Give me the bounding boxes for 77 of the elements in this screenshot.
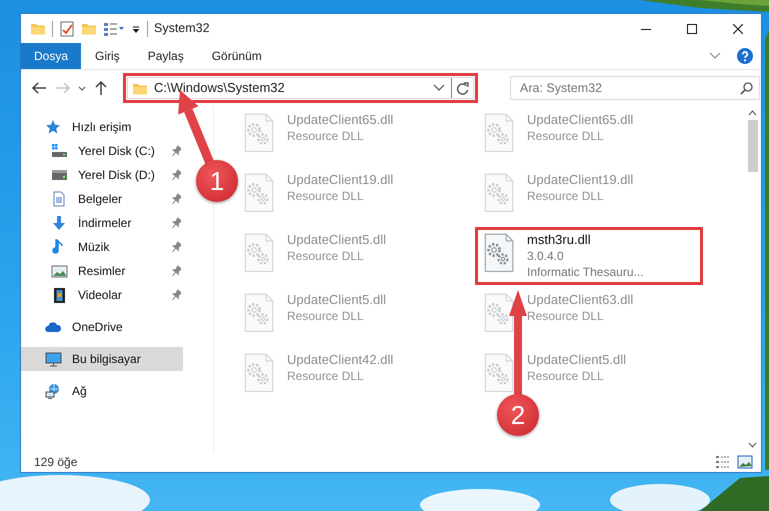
file-description: Resource DLL [527, 128, 605, 144]
file-description: Resource DLL [287, 308, 365, 324]
large-icons-view-icon[interactable] [737, 455, 753, 469]
file-name: UpdateClient5.dll [287, 232, 386, 248]
file-description: Resource DLL [287, 188, 365, 204]
ribbon-tab[interactable]: Görünüm [198, 43, 276, 69]
computer-icon [45, 351, 62, 367]
search-field[interactable]: Ara: System32 [510, 76, 760, 100]
drive-icon [51, 167, 68, 183]
file-description: Resource DLL [527, 308, 605, 324]
download-icon [51, 215, 68, 231]
sidebar-item[interactable]: Hızlı erişim [21, 115, 183, 139]
file-name: UpdateClient19.dll [527, 172, 634, 188]
refresh-icon [456, 82, 469, 94]
sidebar-item[interactable]: Yerel Disk (C:) [21, 139, 183, 163]
file-description: Resource DLL [287, 128, 365, 144]
sidebar-label: Hızlı erişim [72, 119, 132, 136]
file-name: UpdateClient63.dll [527, 292, 634, 308]
up-arrow-icon[interactable] [93, 80, 109, 96]
network-icon [45, 383, 62, 399]
drive-icon [51, 143, 68, 159]
sidebar-item[interactable]: Müzik [21, 235, 183, 259]
address-path: C:\Windows\System32 [154, 79, 286, 98]
scroll-up-icon[interactable] [748, 110, 757, 116]
sidebar-label: Yerel Disk (D:) [78, 167, 155, 184]
sidebar-label: Bu bilgisayar [72, 351, 141, 368]
file-description: Informatic Thesauru... [527, 264, 644, 280]
properties-icon[interactable] [59, 20, 75, 36]
sidebar-item[interactable]: Belgeler [21, 187, 183, 211]
address-field[interactable]: C:\Windows\System32 [127, 77, 474, 99]
sidebar-label: Videolar [78, 287, 122, 304]
sidebar-item[interactable]: Bu bilgisayar [21, 347, 183, 371]
back-arrow-icon[interactable] [31, 81, 47, 95]
details-view-icon[interactable] [715, 455, 731, 469]
sidebar-label: Yerel Disk (C:) [78, 143, 155, 160]
pictures-icon [51, 263, 68, 279]
file-item[interactable]: msth3ru.dll 3.0.4.0 Informatic Thesauru... [475, 227, 703, 285]
maximize-icon [687, 24, 697, 34]
file-description: Resource DLL [527, 368, 605, 384]
sidebar-label: Resimler [78, 263, 126, 280]
sidebar-item[interactable]: OneDrive [21, 315, 183, 339]
file-version: 3.0.4.0 [527, 248, 565, 264]
scrollbar-thumb[interactable] [748, 120, 758, 172]
sidebar-label: Müzik [78, 239, 110, 256]
sidebar-item[interactable]: Videolar [21, 283, 183, 307]
scroll-down-icon[interactable] [748, 442, 757, 448]
view-icon[interactable] [103, 22, 125, 36]
videos-icon [51, 287, 68, 303]
sidebar-item[interactable]: Ağ [21, 379, 183, 403]
sidebar-label: OneDrive [72, 319, 123, 336]
help-icon[interactable] [737, 48, 753, 64]
file-description: Resource DLL [287, 248, 365, 264]
sidebar-item[interactable]: Yerel Disk (D:) [21, 163, 183, 187]
dropdown-chevron-icon[interactable] [433, 84, 445, 92]
sidebar-item[interactable]: Resimler [21, 259, 183, 283]
file-description: Resource DLL [527, 188, 605, 204]
sidebar-label: İndirmeler [78, 215, 132, 232]
file-name: msth3ru.dll [527, 232, 592, 248]
ribbon-tab[interactable]: Paylaş [134, 43, 198, 69]
file-name: UpdateClient65.dll [287, 112, 394, 128]
file-name: UpdateClient65.dll [527, 112, 634, 128]
sidebar-label: Ağ [72, 383, 87, 400]
sidebar-item[interactable]: İndirmeler [21, 211, 183, 235]
window-title: System32 [154, 20, 210, 38]
file-name: UpdateClient5.dll [527, 352, 626, 368]
sidebar-label: Belgeler [78, 191, 122, 208]
item-count: 129 öğe [34, 454, 78, 471]
expand-ribbon-icon[interactable] [709, 52, 721, 60]
file-name: UpdateClient5.dll [287, 292, 386, 308]
ribbon-tab[interactable]: Dosya [21, 43, 82, 69]
customize-caret-icon[interactable] [131, 24, 141, 34]
ribbon-tab[interactable]: Giriş [81, 43, 134, 69]
file-name: UpdateClient19.dll [287, 172, 394, 188]
star-icon [45, 119, 62, 135]
file-name: UpdateClient42.dll [287, 352, 394, 368]
close-icon [733, 24, 743, 34]
file-description: Resource DLL [287, 368, 365, 384]
